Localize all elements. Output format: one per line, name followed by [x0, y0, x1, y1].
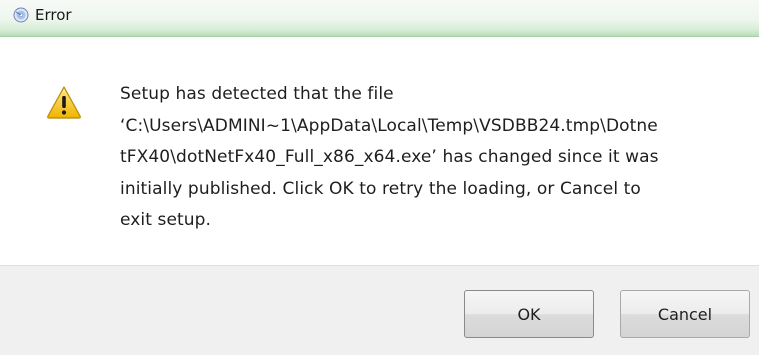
ok-button[interactable]: OK	[464, 290, 594, 338]
window-title: Error	[35, 6, 72, 24]
error-message: Setup has detected that the file ‘C:\Use…	[120, 84, 659, 230]
warning-icon	[47, 86, 81, 119]
setup-disc-icon	[13, 7, 29, 23]
error-dialog: Error Setup has detected that the file ‘…	[0, 0, 759, 355]
cancel-button[interactable]: Cancel	[620, 290, 750, 338]
title-bar[interactable]: Error	[0, 0, 759, 37]
dialog-content: Setup has detected that the file ‘C:\Use…	[0, 37, 759, 265]
button-bar: OK Cancel	[0, 265, 759, 355]
